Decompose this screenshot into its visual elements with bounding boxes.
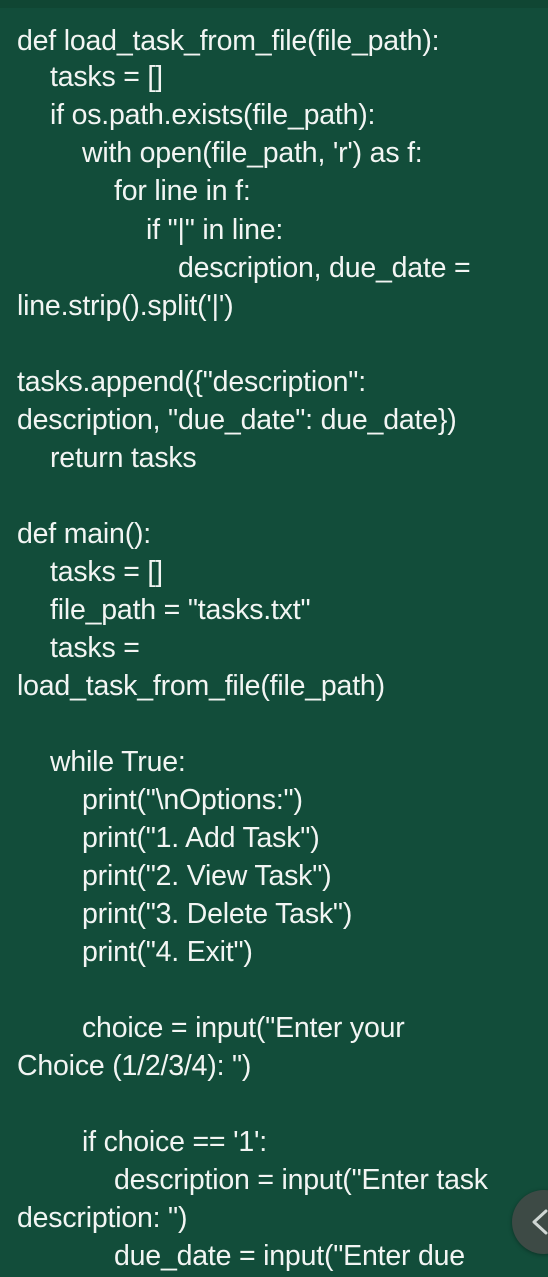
code-line: due_date = input("Enter due — [114, 1240, 465, 1272]
code-line: Choice (1/2/3/4): ") — [17, 1050, 252, 1082]
code-line: print("2. View Task") — [82, 860, 332, 892]
code-line: tasks.append({"description": — [17, 366, 366, 398]
code-line: def main(): — [17, 518, 152, 550]
code-block: def load_task_from_file(file_path): task… — [0, 0, 548, 1272]
code-line: load_task_from_file(file_path) — [17, 670, 385, 702]
code-line: print("\nOptions:") — [82, 784, 303, 816]
code-viewer: def load_task_from_file(file_path): task… — [0, 0, 548, 1277]
code-line: tasks = [] — [50, 556, 163, 588]
code-line: print("3. Delete Task") — [82, 898, 353, 930]
code-line: tasks = — [50, 632, 140, 664]
code-line: tasks = [] — [50, 61, 163, 93]
chevron-left-icon — [532, 1209, 548, 1235]
code-line: if os.path.exists(file_path): — [50, 99, 376, 131]
code-line: if "|" in line: — [146, 214, 284, 246]
code-line: if choice == '1': — [82, 1126, 267, 1158]
code-line: def load_task_from_file(file_path): — [17, 25, 440, 57]
code-line: print("1. Add Task") — [82, 822, 320, 854]
code-line: choice = input("Enter your — [82, 1012, 405, 1044]
scroll-handle-button[interactable] — [512, 1190, 548, 1254]
code-line: print("4. Exit") — [82, 936, 253, 968]
code-line: description = input("Enter task — [114, 1164, 488, 1196]
code-line: description: ") — [17, 1202, 188, 1234]
code-line: with open(file_path, 'r') as f: — [82, 137, 423, 169]
code-line: description, due_date = — [178, 252, 471, 284]
code-line: line.strip().split('|') — [17, 290, 234, 322]
code-line: description, "due_date": due_date}) — [17, 404, 457, 436]
code-line: return tasks — [50, 442, 197, 474]
code-line: for line in f: — [114, 175, 251, 207]
code-line: while True: — [50, 746, 186, 778]
code-line: file_path = "tasks.txt" — [50, 594, 311, 626]
